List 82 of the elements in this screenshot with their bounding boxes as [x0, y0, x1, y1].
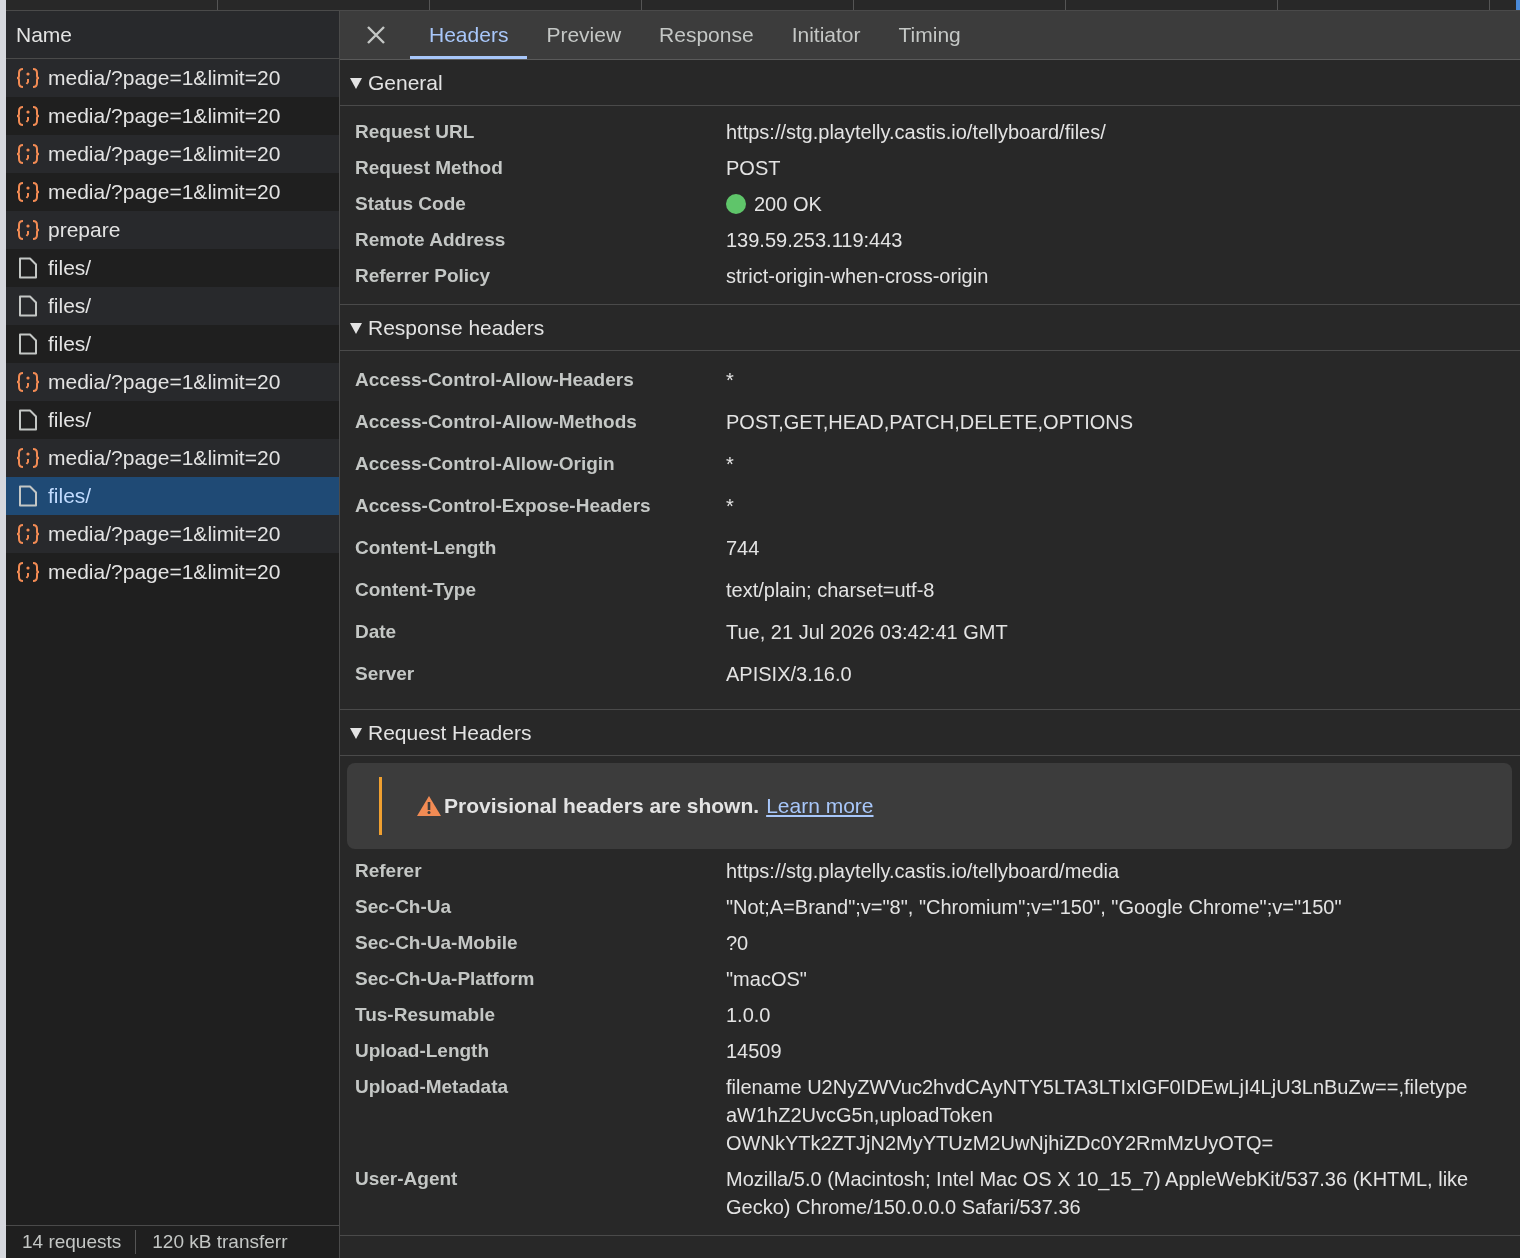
header-name: Status Code [355, 192, 467, 216]
tab[interactable]: Initiator [772, 14, 880, 59]
header-value: Mozilla/5.0 (Macintosh; Intel Mac OS X 10_15_7) AppleWebKit/537.36 (KHTML, like Gecko) Chrome/150.0.0.0 Safari/537.36 [726, 1167, 1470, 1220]
tab[interactable]: Preview [527, 14, 641, 59]
braces-icon [16, 219, 40, 241]
header-value: "macOS" [726, 967, 807, 992]
header-value: POST [726, 156, 781, 181]
tab[interactable]: Headers [410, 14, 528, 59]
header-value: POST,GET,HEAD,PATCH,DELETE,OPTIONS [726, 410, 1134, 435]
request-row[interactable]: media/?page=1&limit=20 [6, 439, 339, 477]
header-name: Content-Type [355, 578, 478, 602]
close-icon [366, 25, 386, 45]
header-name: Access-Control-Allow-Headers [355, 368, 635, 392]
header-value: Tue, 21 Jul 2026 03:42:41 GMT [726, 620, 1008, 645]
header-name: Content-Length [355, 536, 498, 560]
header-name: Remote Address [355, 228, 507, 252]
header-name: Access-Control-Expose-Headers [355, 494, 652, 518]
request-row[interactable]: media/?page=1&limit=20 [6, 135, 339, 173]
header-name: Access-Control-Allow-Methods [355, 410, 638, 434]
braces-icon [16, 67, 40, 89]
header-name: Sec-Ch-Ua [355, 895, 453, 919]
tab[interactable]: Timing [879, 14, 980, 59]
header-value: text/plain; charset=utf-8 [726, 578, 935, 603]
triangle-icon [349, 75, 363, 90]
request-row[interactable]: media/?page=1&limit=20 [6, 515, 339, 553]
header-name: Server [355, 662, 416, 686]
header-name: User-Agent [355, 1167, 459, 1191]
header-name: Request URL [355, 120, 476, 144]
braces-icon [16, 371, 40, 393]
request-row[interactable]: prepare [6, 211, 339, 249]
header-name: Sec-Ch-Ua-Mobile [355, 931, 519, 955]
warning-text: Provisional headers are shown. [444, 794, 760, 818]
request-row[interactable]: media/?page=1&limit=20 [6, 363, 339, 401]
braces-icon [16, 447, 40, 469]
document-icon [16, 257, 40, 279]
header-value: strict-origin-when-cross-origin [726, 264, 989, 289]
triangle-icon [349, 320, 363, 335]
header-name: Request Method [355, 156, 504, 180]
request-row[interactable]: media/?page=1&limit=20 [6, 59, 339, 97]
document-icon [16, 333, 40, 355]
braces-icon [16, 143, 40, 165]
section-header[interactable]: Request Headers [340, 710, 1520, 756]
braces-icon [16, 523, 40, 545]
header-value: https://stg.playtelly.castis.io/tellyboard/files/ [726, 120, 1106, 145]
section-header[interactable]: Response headers [340, 305, 1520, 351]
warning-icon [416, 795, 442, 817]
header-value: https://stg.playtelly.castis.io/tellyboard/media [726, 859, 1120, 884]
triangle-icon [349, 725, 363, 740]
header-name: Upload-Length [355, 1039, 491, 1063]
header-value: "Not;A=Brand";v="8", "Chromium";v="150", "Google Chrome";v="150" [726, 895, 1342, 920]
header-value: 139.59.253.119:443 [726, 228, 903, 253]
header-value: * [726, 368, 734, 393]
header-name: Date [355, 620, 398, 644]
header-value: 1.0.0 [726, 1003, 771, 1028]
tab[interactable]: Response [640, 14, 773, 59]
header-value: 200 OK [754, 192, 822, 217]
request-row[interactable]: files/ [6, 477, 339, 515]
status-text: 14 requests [21, 1230, 123, 1254]
header-name: Access-Control-Allow-Origin [355, 452, 616, 476]
header-value: 744 [726, 536, 760, 561]
document-icon [16, 485, 40, 507]
braces-icon [16, 181, 40, 203]
request-row[interactable]: files/ [6, 287, 339, 325]
learn-more-link[interactable]: Learn more [766, 794, 874, 818]
header-value: * [726, 494, 734, 519]
section-header[interactable]: General [340, 60, 1520, 106]
header-value: 14509 [726, 1039, 782, 1064]
header-value: * [726, 452, 734, 477]
header-value: ?0 [726, 931, 749, 956]
document-icon [16, 295, 40, 317]
status-text: 120 kB transferr [151, 1230, 289, 1254]
header-name: Sec-Ch-Ua-Platform [355, 967, 536, 991]
header-value: APISIX/3.16.0 [726, 662, 852, 687]
header-value: filename U2NyZWVuc2hvdCAyNTY5LTA3LTIxIGF0IDEwLjI4LjU3LnBuZw==,filetype aW1hZ2UvcG5n,uploadToken OWNkYTk2ZTJjN2MyYTUzM2UwNjhiZDc0Y2RmMzUyOTQ= [726, 1075, 1469, 1156]
braces-icon [16, 105, 40, 127]
braces-icon [16, 561, 40, 583]
header-name: Upload-Metadata [355, 1075, 510, 1099]
header-name: Referrer Policy [355, 264, 492, 288]
header-name: Referer [355, 859, 423, 883]
column-header[interactable]: Name [6, 11, 339, 59]
document-icon [16, 409, 40, 431]
header-name: Tus-Resumable [355, 1003, 497, 1027]
